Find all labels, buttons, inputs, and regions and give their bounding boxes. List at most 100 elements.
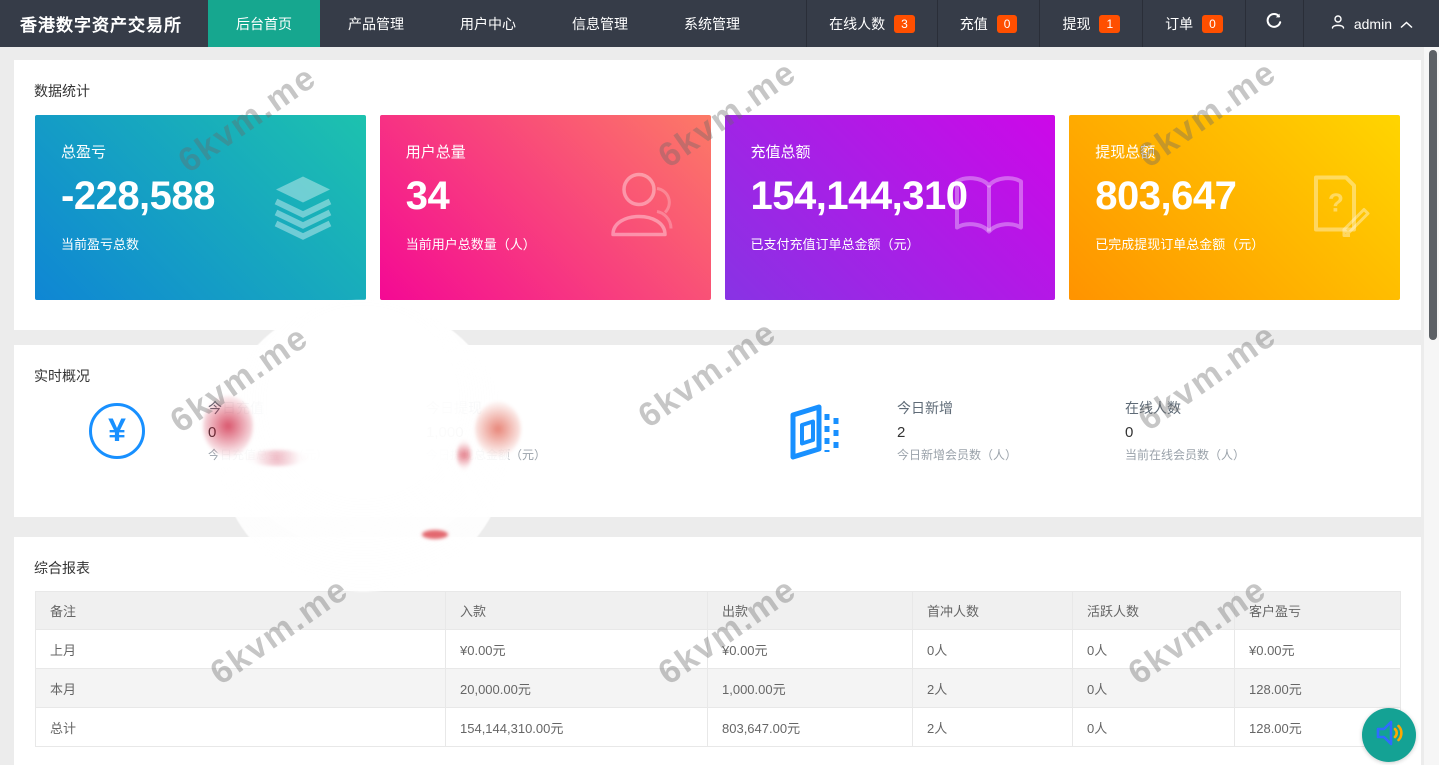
- quickstat-label: 提现: [1062, 15, 1091, 32]
- table-cell: 2人: [912, 668, 1073, 708]
- card-label: 提现总额: [1095, 144, 1156, 161]
- doc-question-icon: ?: [1302, 167, 1374, 248]
- table-cell: 0人: [1072, 629, 1235, 669]
- stat-title: 今日新增: [897, 400, 953, 416]
- table-row-last-month: 上月 ¥0.00元 ¥0.00元 0人 0人 ¥0.00元: [35, 629, 1401, 669]
- tab-label: 产品管理: [348, 15, 404, 32]
- panel-summary-report: 综合报表 备注 入款 出款 首冲人数 活跃人数 客户盈亏 上月 ¥0.00元 ¥…: [14, 537, 1421, 765]
- column-header: 出款: [707, 591, 913, 630]
- user-icon: [1330, 14, 1346, 33]
- column-header: 入款: [445, 591, 708, 630]
- recharge-count-badge: 0: [996, 14, 1018, 33]
- table-cell: 总计: [35, 707, 446, 747]
- quickstat-label: 充值: [959, 15, 988, 32]
- admin-username: admin: [1353, 15, 1392, 32]
- table-cell: 0人: [1072, 668, 1235, 708]
- card-total-profit-loss: 总盈亏 -228,588 当前盈亏总数: [35, 115, 366, 300]
- table-cell: 0人: [912, 629, 1073, 669]
- quickstat-online-users[interactable]: 在线人数 3: [806, 0, 937, 47]
- card-label: 充值总额: [750, 144, 811, 161]
- chevron-up-icon: [1400, 16, 1413, 32]
- scrollbar-track[interactable]: [1424, 47, 1439, 765]
- table-cell: 本月: [35, 668, 446, 708]
- refresh-icon: [1264, 11, 1284, 36]
- table-cell: ¥0.00元: [445, 629, 708, 669]
- book-icon: [949, 167, 1029, 248]
- column-header: 活跃人数: [1072, 591, 1235, 630]
- stat-today-withdraw: 今日提现 1,000 今日提现总金额（元）: [426, 398, 644, 463]
- panel-title: 实时概况: [34, 368, 90, 384]
- table-cell: 上月: [35, 629, 446, 669]
- users-icon: [605, 166, 685, 249]
- column-header: 客户盈亏: [1234, 591, 1401, 630]
- column-header: 备注: [35, 591, 446, 630]
- realtime-row: ¥ 今日充值 0 今日充值总金额（元） 今日提现 1,000 今日提现总金额（元…: [14, 398, 1421, 463]
- column-header: 首冲人数: [912, 591, 1073, 630]
- card-total-users: 用户总量 34 当前用户总数量（人）: [379, 115, 711, 300]
- brand-title: 香港数字资产交易所: [20, 16, 182, 35]
- stat-title: 今日充值: [208, 400, 264, 416]
- quickstat-withdraw[interactable]: 提现 1: [1039, 0, 1142, 47]
- panel-title: 数据统计: [34, 83, 90, 99]
- stat-today-new-members: 今日新增 2 今日新增会员数（人）: [897, 398, 1125, 463]
- tab-products[interactable]: 产品管理: [320, 0, 432, 47]
- stat-today-recharge: 今日充值 0 今日充值总金额（元）: [208, 398, 426, 463]
- table-cell: 20,000.00元: [445, 668, 708, 708]
- stat-value: 0: [208, 424, 217, 441]
- table-cell: 154,144,310.00元: [445, 707, 708, 747]
- quickstat-label: 订单: [1165, 15, 1194, 32]
- sound-toggle-button[interactable]: [1362, 708, 1416, 762]
- card-label: 用户总量: [405, 144, 466, 161]
- panel-title: 综合报表: [34, 560, 90, 576]
- quickstat-label: 在线人数: [829, 15, 886, 32]
- table-header-row: 备注 入款 出款 首冲人数 活跃人数 客户盈亏: [35, 591, 1401, 630]
- stat-caption: 今日充值总金额（元）: [208, 448, 329, 462]
- tab-system[interactable]: 系统管理: [656, 0, 768, 47]
- layers-icon: [266, 168, 340, 247]
- table-cell: 2人: [912, 707, 1073, 747]
- panel-realtime-overview: 实时概况 ¥ 今日充值 0 今日充值总金额（元） 今日提现 1,000 今日提现…: [14, 345, 1421, 517]
- table-row-this-month: 本月 20,000.00元 1,000.00元 2人 0人 128.00元: [35, 668, 1401, 708]
- scrollbar-thumb[interactable]: [1429, 50, 1437, 340]
- svg-text:?: ?: [1328, 187, 1344, 217]
- stat-online-members: 在线人数 0 当前在线会员数（人）: [1125, 398, 1343, 463]
- card-total-withdraw: 提现总额 803,647 已完成提现订单总金额（元） ?: [1069, 115, 1400, 300]
- table-cell: 1,000.00元: [707, 668, 913, 708]
- stat-caption: 今日提现总金额（元）: [426, 448, 547, 462]
- table-cell: 128.00元: [1234, 668, 1401, 708]
- panel-data-statistics: 数据统计 总盈亏 -228,588 当前盈亏总数 用户总量 34 当前用户总数量…: [14, 60, 1421, 330]
- tab-dashboard[interactable]: 后台首页: [208, 0, 320, 47]
- tab-label: 用户中心: [460, 15, 516, 32]
- tab-label: 后台首页: [236, 15, 292, 32]
- building-icon: [784, 402, 842, 460]
- stat-value: 0: [1125, 424, 1134, 441]
- summary-report-table: 备注 入款 出款 首冲人数 活跃人数 客户盈亏 上月 ¥0.00元 ¥0.00元…: [35, 591, 1401, 747]
- stat-title: 在线人数: [1125, 400, 1181, 416]
- order-count-badge: 0: [1202, 14, 1223, 33]
- online-count-badge: 3: [894, 14, 915, 33]
- quickstat-orders[interactable]: 订单 0: [1142, 0, 1245, 47]
- table-row-total: 总计 154,144,310.00元 803,647.00元 2人 0人 128…: [35, 707, 1401, 747]
- withdraw-count-badge: 1: [1099, 14, 1121, 33]
- tab-label: 系统管理: [684, 15, 740, 32]
- yen-circle-icon: ¥: [88, 402, 146, 460]
- stat-value: 1,000: [426, 424, 464, 441]
- refresh-button[interactable]: [1244, 0, 1303, 47]
- tab-users[interactable]: 用户中心: [432, 0, 544, 47]
- table-cell: ¥0.00元: [1234, 629, 1401, 669]
- table-cell: ¥0.00元: [707, 629, 913, 669]
- speaker-icon: [1373, 717, 1405, 754]
- top-navbar: 香港数字资产交易所 后台首页 产品管理 用户中心 信息管理 系统管理 在线人数 …: [0, 0, 1439, 47]
- table-cell: 0人: [1072, 707, 1235, 747]
- stat-title: 今日提现: [426, 400, 482, 416]
- table-cell: 803,647.00元: [707, 707, 913, 747]
- tab-label: 信息管理: [572, 15, 628, 32]
- stat-caption: 当前在线会员数（人）: [1125, 448, 1246, 462]
- tab-information[interactable]: 信息管理: [544, 0, 656, 47]
- card-label: 总盈亏: [61, 144, 107, 161]
- stat-value: 2: [897, 424, 906, 441]
- quickstat-recharge[interactable]: 充值 0: [936, 0, 1040, 47]
- stat-cards-row: 总盈亏 -228,588 当前盈亏总数 用户总量 34 当前用户总数量（人） 充…: [14, 115, 1421, 300]
- admin-menu[interactable]: admin: [1302, 0, 1439, 47]
